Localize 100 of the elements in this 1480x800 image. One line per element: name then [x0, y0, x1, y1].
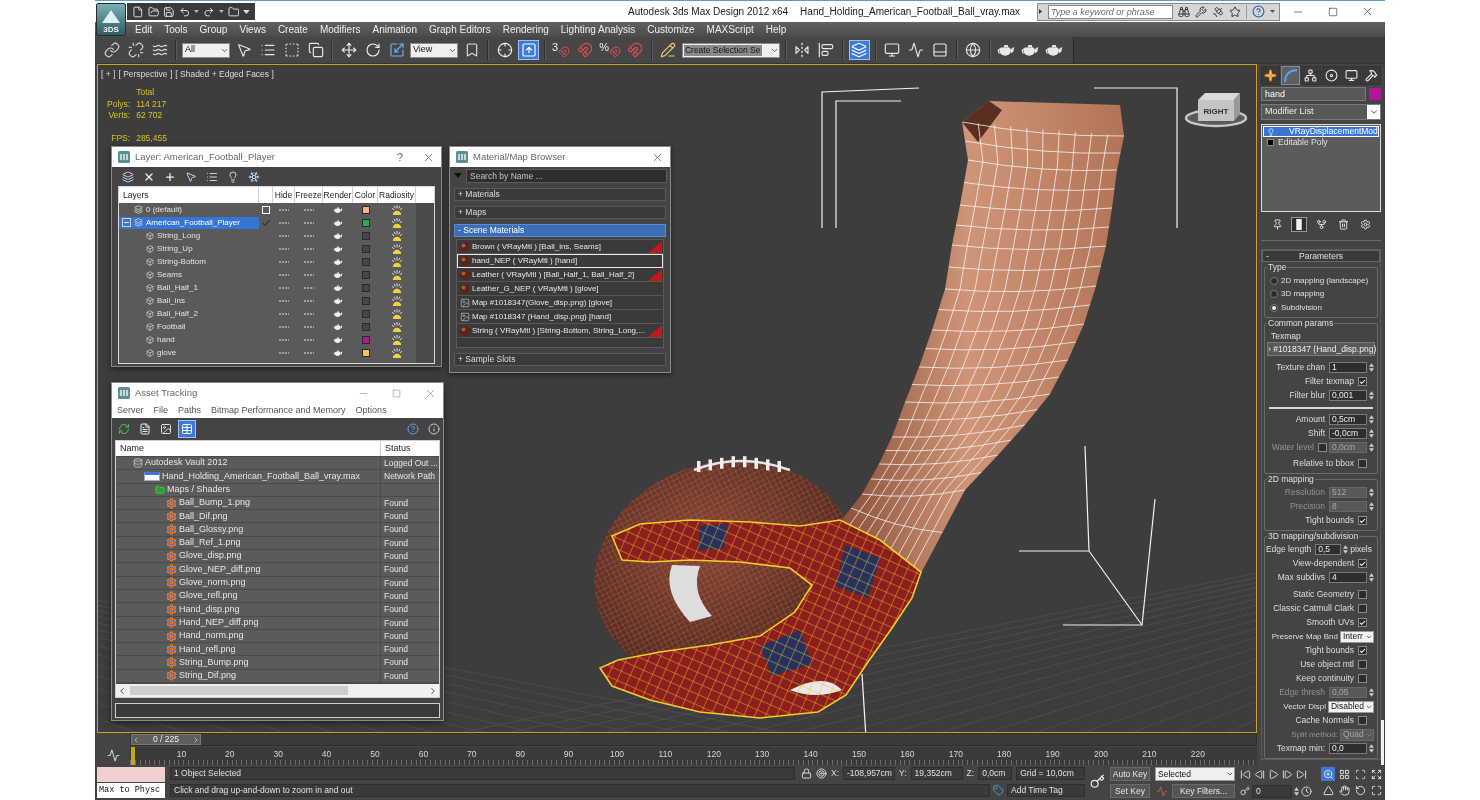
- color-swatch[interactable]: [361, 296, 370, 305]
- freeze-toggle[interactable]: [304, 312, 314, 315]
- spinner-field[interactable]: 1: [1329, 362, 1367, 373]
- object-name-field[interactable]: hand: [1261, 87, 1366, 101]
- target-icon[interactable]: [816, 768, 827, 779]
- zoom-button[interactable]: [1321, 767, 1335, 781]
- expand-button[interactable]: [1369, 767, 1383, 781]
- column-header[interactable]: Name: [116, 441, 381, 456]
- auto-key-button[interactable]: Auto Key: [1110, 767, 1150, 781]
- key-mode-icon[interactable]: [1240, 786, 1250, 796]
- column-header[interactable]: Status: [381, 441, 439, 456]
- radiosity-sun-icon[interactable]: [391, 204, 403, 215]
- spinner-field[interactable]: 0,5: [1315, 544, 1342, 555]
- spinner-arrows-icon[interactable]: [1369, 488, 1374, 497]
- pointer-icon[interactable]: [185, 170, 197, 183]
- asset-item[interactable]: Glove_refl.png: [116, 589, 380, 603]
- asset-item[interactable]: Hand_refl.png: [116, 643, 380, 656]
- skip-back-icon[interactable]: [1240, 768, 1251, 780]
- radiosity-sun-icon[interactable]: [391, 334, 403, 345]
- asset-item[interactable]: Ball_Dif.png: [116, 510, 380, 523]
- color-swatch[interactable]: [361, 322, 370, 331]
- freeze-toggle[interactable]: [304, 286, 314, 289]
- asset-item[interactable]: Ball_Ref_1.png: [116, 536, 380, 550]
- curve-editor-toggle-icon[interactable]: [106, 749, 121, 762]
- checkbox[interactable]: [1358, 590, 1367, 599]
- layers-icon[interactable]: [122, 170, 134, 183]
- help-icon[interactable]: [407, 423, 419, 435]
- freeze-toggle[interactable]: [304, 351, 314, 354]
- checkbox[interactable]: [1358, 377, 1367, 386]
- modify-tab[interactable]: [1281, 66, 1301, 85]
- hide-toggle[interactable]: [279, 260, 289, 263]
- dropdown[interactable]: Interr: [1340, 630, 1374, 643]
- layer-item[interactable]: 0 (default): [119, 203, 259, 216]
- info-icon[interactable]: [428, 423, 440, 435]
- step-back-icon[interactable]: [1254, 768, 1265, 780]
- spinner-field[interactable]: 4: [1329, 572, 1367, 583]
- color-swatch[interactable]: [361, 244, 370, 253]
- asset-item[interactable]: String_Dif.png: [116, 669, 380, 683]
- project-folder-icon[interactable]: [227, 5, 240, 18]
- asset-item[interactable]: Maps / Shaders: [116, 483, 380, 496]
- menu-item[interactable]: Server: [117, 403, 144, 418]
- caret-icon[interactable]: [218, 10, 224, 13]
- scrollbar-thumb[interactable]: [1381, 720, 1384, 765]
- freeze-toggle[interactable]: [304, 299, 314, 302]
- spinner-field[interactable]: 0,0: [1329, 743, 1367, 754]
- coordinate-field[interactable]: -108,957cm: [843, 767, 896, 780]
- spinner-arrows-icon[interactable]: [1369, 415, 1374, 424]
- modifier-item[interactable]: Editable Poly: [1263, 137, 1379, 148]
- layer-item[interactable]: Ball_ins: [119, 294, 259, 307]
- hide-toggle[interactable]: [279, 299, 289, 302]
- menu-item[interactable]: Views: [233, 22, 272, 37]
- radio-button[interactable]: [1270, 276, 1278, 285]
- material-item[interactable]: Leather_G_NEP ( VRayMtl ) [glove]: [457, 282, 663, 296]
- filter-dropdown[interactable]: All: [182, 42, 230, 58]
- dropdown[interactable]: Disabled: [1327, 700, 1374, 713]
- menu-item[interactable]: Graph Editors: [422, 22, 497, 37]
- texmap-button[interactable]: › #1018347 (Hand_disp.png): [1267, 341, 1375, 356]
- color-swatch[interactable]: [361, 270, 370, 279]
- asset-item[interactable]: Ball_Glossy.png: [116, 523, 380, 536]
- hide-toggle[interactable]: [279, 325, 289, 328]
- arrow-up-square-button[interactable]: [518, 40, 539, 60]
- checkbox[interactable]: [1358, 674, 1367, 683]
- layer-item[interactable]: glove: [119, 346, 259, 359]
- rollout-toggle[interactable]: -: [1266, 250, 1269, 262]
- hand-button[interactable]: [1337, 783, 1351, 797]
- menu-item[interactable]: Tools: [158, 22, 194, 37]
- satellite-icon[interactable]: [1212, 5, 1224, 18]
- binoculars-icon[interactable]: [1178, 5, 1190, 18]
- material-item[interactable]: Map #1018347(Glove_disp.png) [glove]: [457, 296, 663, 310]
- radiosity-sun-icon[interactable]: [391, 295, 403, 306]
- color-swatch[interactable]: [361, 205, 370, 214]
- color-swatch[interactable]: [361, 335, 370, 344]
- layer-item[interactable]: String_Long: [119, 229, 259, 242]
- lock-icon[interactable]: [801, 768, 812, 779]
- asset-item[interactable]: Hand_disp.png: [116, 603, 380, 616]
- teapot-icon[interactable]: [333, 258, 343, 265]
- freeze-toggle[interactable]: [304, 234, 314, 237]
- spinner-arrows-icon[interactable]: [1369, 443, 1374, 452]
- checkbox[interactable]: [1358, 660, 1367, 669]
- checkbox[interactable]: [1358, 516, 1367, 525]
- teapot-icon[interactable]: [333, 245, 343, 252]
- caret-icon[interactable]: [194, 10, 200, 13]
- coordinate-field[interactable]: 0,0cm: [978, 767, 1013, 780]
- help-icon[interactable]: [1252, 5, 1265, 18]
- asset-item[interactable]: Hand_norm.png: [116, 629, 380, 643]
- layer-item[interactable]: String_Up: [119, 242, 259, 255]
- spinner-arrows-icon[interactable]: [1369, 363, 1374, 372]
- layer-item[interactable]: Ball_Half_2: [119, 307, 259, 320]
- object-color-swatch[interactable]: [1369, 88, 1381, 100]
- teapot-icon[interactable]: [333, 206, 343, 213]
- snowflake-icon[interactable]: [248, 170, 260, 183]
- maximize-button[interactable]: [1369, 783, 1383, 797]
- wrench-icon[interactable]: [1195, 5, 1207, 18]
- listener-input[interactable]: Max to Physc: [97, 783, 165, 798]
- hide-toggle[interactable]: [279, 247, 289, 250]
- modifier-list-dropdown[interactable]: Modifier List: [1261, 104, 1381, 120]
- layer-item[interactable]: Ball_Half_1: [119, 281, 259, 294]
- key-icon[interactable]: [1090, 774, 1105, 789]
- checkbox[interactable]: [1358, 604, 1367, 613]
- checkmark-icon[interactable]: [261, 217, 271, 228]
